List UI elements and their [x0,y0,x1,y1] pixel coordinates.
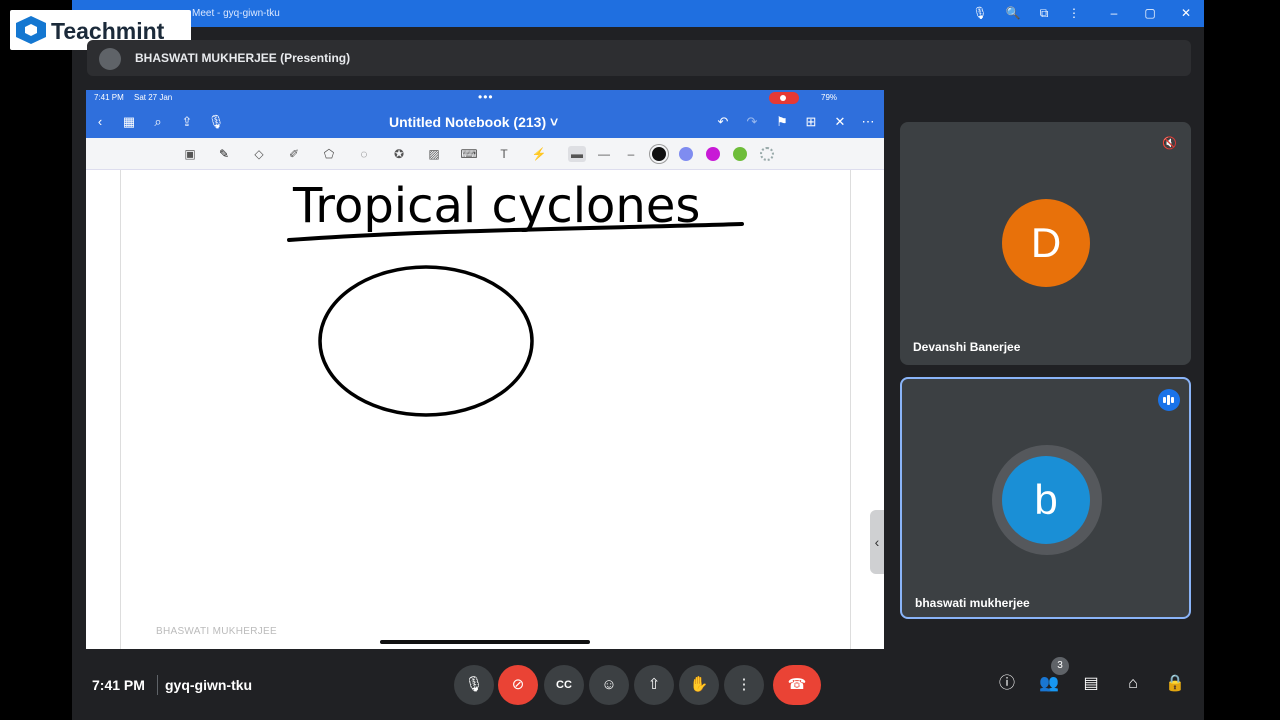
participant-count-badge: 3 [1051,657,1069,675]
add-page-icon[interactable]: ⊞ [802,113,820,131]
thin-line-icon[interactable]: – [622,146,640,162]
add-color-icon[interactable] [760,147,774,161]
divider [157,675,158,695]
back-icon[interactable]: ‹ [91,113,109,131]
presenter-watermark: BHASWATI MUKHERJEE [156,626,277,637]
undo-icon[interactable]: ↶ [714,113,732,131]
share-icon[interactable]: ⇪ [178,113,196,131]
speaking-indicator-icon [1158,389,1180,411]
activities-icon[interactable]: ⌂ [1120,671,1146,697]
mic-button[interactable]: 🎙 [454,665,494,705]
medium-line-icon[interactable]: — [595,146,613,162]
color-green-swatch[interactable] [733,147,747,161]
image-icon[interactable]: ▨ [425,146,443,162]
search-icon[interactable]: ⌕ [149,113,167,131]
side-panel-handle[interactable]: ‹ [870,510,884,574]
host-controls-icon[interactable]: 🔒 [1162,671,1188,697]
browser-tab-title: Meet - gyq-giwn-tku [192,8,280,19]
battery-level: 79% [821,93,838,102]
raise-hand-button[interactable]: ✋ [679,665,719,705]
chat-icon[interactable]: ▤ [1078,671,1104,697]
more-options-button[interactable]: ⋮ [724,665,764,705]
participant-name: bhaswati mukherjee [915,596,1030,610]
color-magenta-swatch[interactable] [706,147,720,161]
avatar: b [1002,456,1090,544]
sticker-icon[interactable]: ✪ [390,146,408,162]
notebook-page[interactable]: Tropical cyclones [120,170,851,649]
highlighter-icon[interactable]: ✐ [285,146,303,162]
browser-title-bar: Meet - gyq-giwn-tku 🎙 🔍 ⧉ ⋮ – ▢ ✕ [72,0,1204,27]
leave-call-button[interactable]: ☎ [773,665,821,705]
keyboard-icon[interactable]: ⌨ [460,146,478,162]
handwriting-canvas: Tropical cyclones [287,178,744,417]
ipad-status-bar: 7:41 PM Sat 27 Jan ••• 79% [86,90,884,106]
ipad-date: Sat 27 Jan [134,93,173,102]
drawing-toolbar: ▣ ✎ ◇ ✐ ⬠ ◌ ✪ ▨ ⌨ T ⚡ ▬ — – [86,138,884,170]
maximize-button[interactable]: ▢ [1142,5,1158,21]
screen: Meet - gyq-giwn-tku 🎙 🔍 ⧉ ⋮ – ▢ ✕ Teachm… [0,0,1280,720]
participant-tile[interactable]: b bhaswati mukherjee [900,377,1191,619]
minimize-button[interactable]: – [1106,5,1122,21]
camera-off-button[interactable]: ⊘ [498,665,538,705]
present-button[interactable]: ⇧ [634,665,674,705]
lasso-icon[interactable]: ◌ [355,146,373,162]
captions-button[interactable]: CC [544,665,584,705]
shared-screen: 7:41 PM Sat 27 Jan ••• 79% ‹ ▦ ⌕ ⇪ 🎙 Unt… [86,90,884,649]
extensions-icon[interactable]: ⧉ [1036,5,1052,21]
zoom-icon[interactable]: 🔍 [1005,5,1021,21]
emoji-button[interactable]: ☺ [589,665,629,705]
close-icon[interactable]: ✕ [831,113,849,131]
more-icon[interactable]: ⋯ [859,113,877,131]
participant-name: Devanshi Banerjee [913,340,1021,354]
presenter-label: BHASWATI MUKHERJEE (Presenting) [135,51,351,65]
thick-line-icon[interactable]: ▬ [568,146,586,162]
grid-icon[interactable]: ▦ [120,113,138,131]
notebook-title[interactable]: Untitled Notebook (213) ˅ [389,114,558,130]
mic-off-icon: 🔇 [1162,136,1177,150]
meeting-time: 7:41 PM [92,677,145,693]
teachmint-logo-icon [16,16,46,44]
color-black-swatch[interactable] [652,147,666,161]
shapes-icon[interactable]: ⬠ [320,146,338,162]
recording-icon [769,92,799,104]
lasso-image-icon[interactable]: ▣ [181,146,199,162]
close-window-button[interactable]: ✕ [1178,5,1194,21]
ipad-time: 7:41 PM [94,93,124,102]
eraser-icon[interactable]: ◇ [250,146,268,162]
bookmark-icon[interactable]: ⚑ [773,113,791,131]
info-icon[interactable]: ⓘ [994,671,1020,697]
meeting-code: gyq-giwn-tku [165,677,253,693]
home-indicator [380,640,590,644]
laser-icon[interactable]: ⚡ [530,146,548,162]
participant-tile[interactable]: 🔇 D Devanshi Banerjee [900,122,1191,365]
notebook-toolbar: ‹ ▦ ⌕ ⇪ 🎙 Untitled Notebook (213) ˅ ↶ ↷ … [86,106,884,138]
pen-icon[interactable]: ✎ [215,146,233,162]
mic-icon[interactable]: 🎙 [207,113,225,131]
presenter-bar: BHASWATI MUKHERJEE (Presenting) [87,40,1191,76]
redo-icon[interactable]: ↷ [743,113,761,131]
multitask-dots-icon: ••• [478,90,494,104]
text-icon[interactable]: T [495,146,513,162]
avatar [99,48,121,70]
meeting-controls-bar: 7:41 PM gyq-giwn-tku 🎙 ⊘ CC ☺ ⇧ ✋ ⋮ ☎ ⓘ … [72,657,1204,720]
more-icon[interactable]: ⋮ [1066,5,1082,21]
color-periwinkle-swatch[interactable] [679,147,693,161]
drawn-circle [318,265,534,417]
avatar: D [1002,199,1090,287]
mic-icon[interactable]: 🎙 [972,5,988,21]
